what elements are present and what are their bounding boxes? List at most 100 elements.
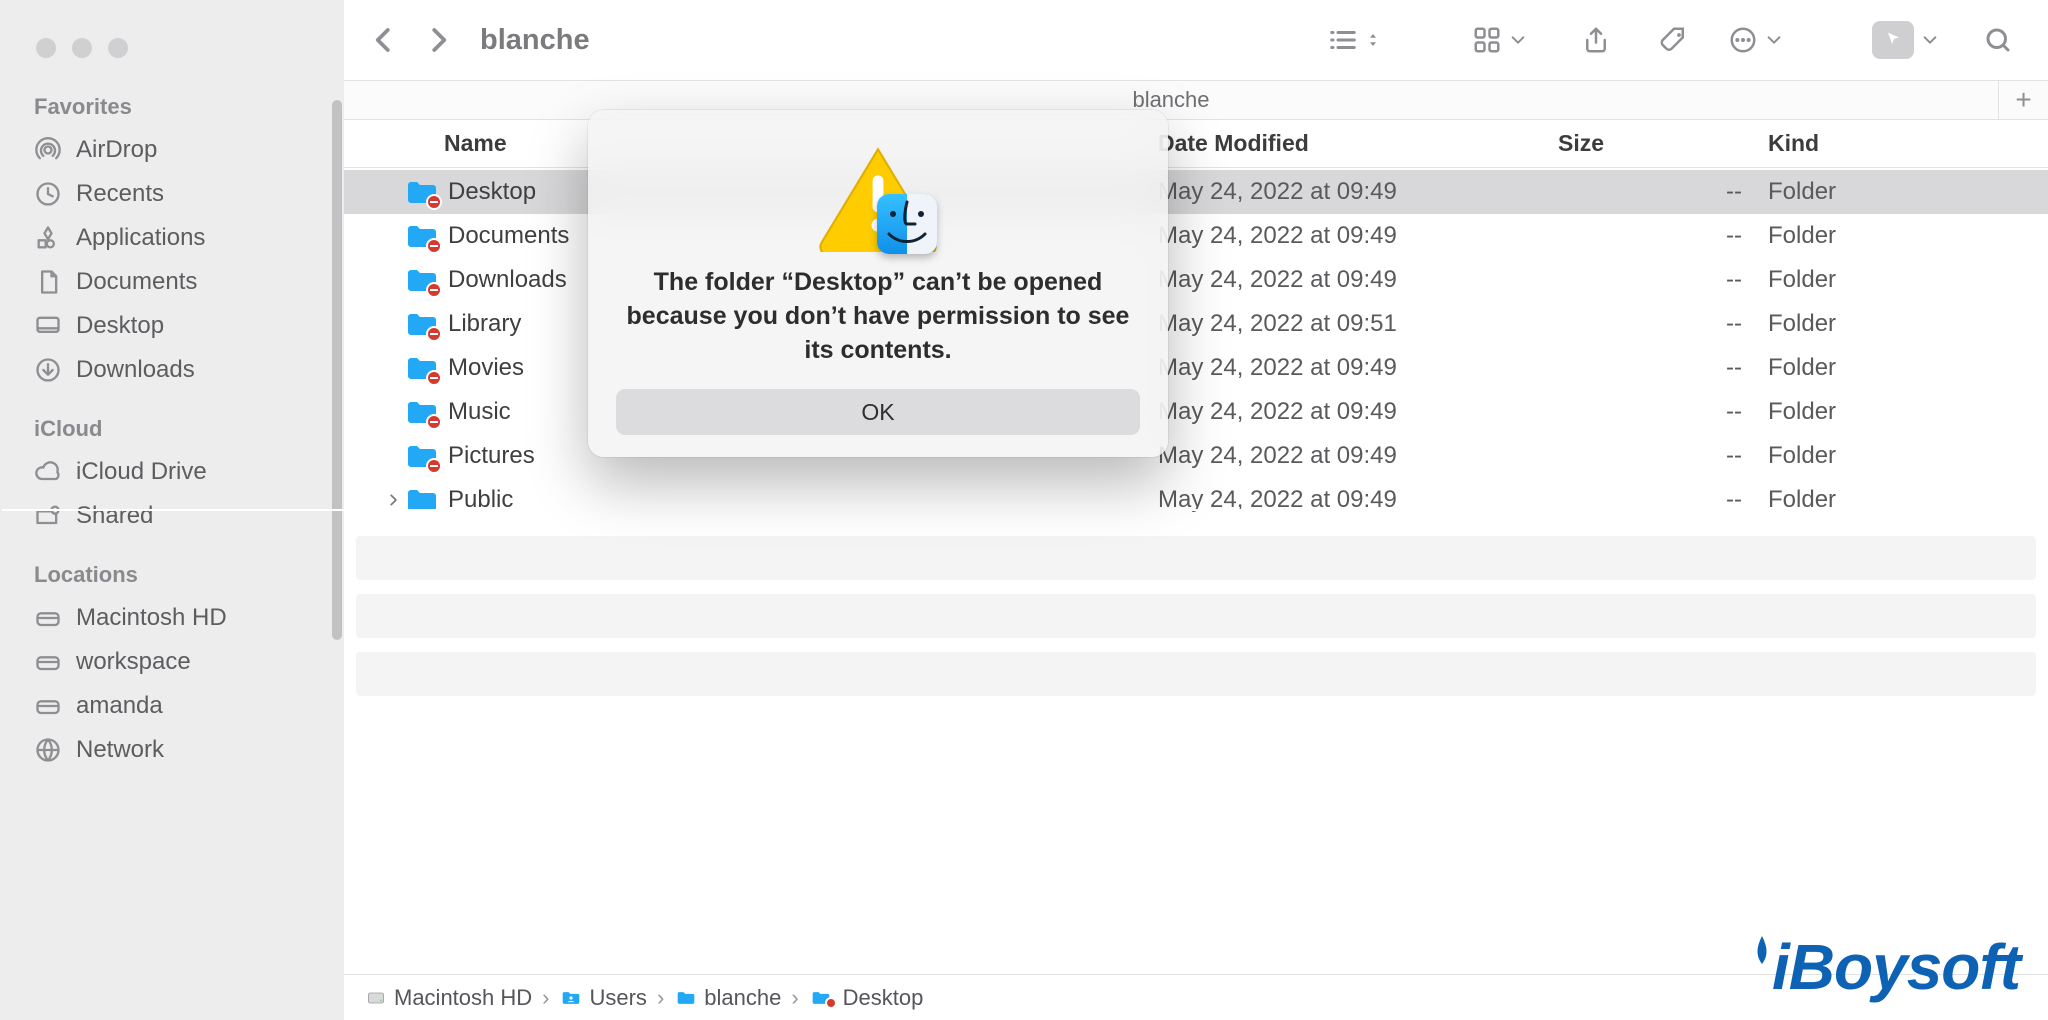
file-date: May 24, 2022 at 09:49	[1158, 398, 1558, 426]
folder-icon	[406, 310, 438, 338]
watermark-logo: iBoysoft	[1748, 930, 2020, 1004]
column-size-header[interactable]: Size	[1558, 130, 1768, 157]
file-row[interactable]: PublicMay 24, 2022 at 09:49--Folder	[344, 478, 2048, 522]
no-access-badge	[426, 194, 442, 210]
zoom-window-button[interactable]	[108, 38, 128, 58]
file-date: May 24, 2022 at 09:51	[1158, 310, 1558, 338]
file-row[interactable]: LibraryMay 24, 2022 at 09:51--Folder	[344, 302, 2048, 346]
path-segment[interactable]: Users	[559, 985, 646, 1011]
download-icon	[34, 356, 62, 384]
globe-icon	[34, 736, 62, 764]
file-size: --	[1558, 398, 1768, 426]
toolbar: blanche	[344, 0, 2048, 80]
pointer-icon	[1872, 21, 1914, 59]
path-icon	[559, 988, 583, 1008]
finder-window: FavoritesAirDropRecentsApplicationsDocum…	[0, 0, 2048, 1020]
file-size: --	[1558, 266, 1768, 294]
folder-icon	[406, 442, 438, 470]
file-name: Music	[448, 398, 1158, 426]
sidebar-item-workspace[interactable]: workspace	[28, 640, 322, 684]
sidebar-item-label: Documents	[76, 268, 197, 296]
sidebar-item-macintosh-hd[interactable]: Macintosh HD	[28, 596, 322, 640]
file-name: Library	[448, 310, 1158, 338]
disk-icon	[34, 648, 62, 676]
airdrop-icon	[34, 136, 62, 164]
tab-active[interactable]: blanche	[344, 81, 1998, 119]
no-access-badge	[426, 370, 442, 386]
minimize-window-button[interactable]	[72, 38, 92, 58]
disclosure-triangle[interactable]	[380, 493, 406, 507]
column-kind-header[interactable]: Kind	[1768, 130, 2048, 157]
share-button[interactable]	[1572, 16, 1620, 64]
sidebar-item-shared[interactable]: Shared	[28, 494, 322, 538]
path-label: Desktop	[843, 985, 924, 1011]
folder-icon	[406, 222, 438, 250]
sidebar-item-documents[interactable]: Documents	[28, 260, 322, 304]
file-row[interactable]: MoviesMay 24, 2022 at 09:49--Folder	[344, 346, 2048, 390]
no-access-badge	[426, 458, 442, 474]
folder-icon	[406, 354, 438, 382]
actions-button[interactable]	[1728, 25, 1782, 55]
sidebar-item-downloads[interactable]: Downloads	[28, 348, 322, 392]
file-row[interactable]: DesktopMay 24, 2022 at 09:49--Folder	[344, 170, 2048, 214]
sidebar-item-label: iCloud Drive	[76, 458, 207, 486]
empty-row	[356, 652, 2036, 696]
file-size: --	[1558, 442, 1768, 470]
doc-icon	[34, 268, 62, 296]
shared-icon	[34, 502, 62, 530]
file-date: May 24, 2022 at 09:49	[1158, 222, 1558, 250]
file-row[interactable]: DownloadsMay 24, 2022 at 09:49--Folder	[344, 258, 2048, 302]
new-tab-button[interactable]: +	[1998, 81, 2048, 119]
path-segment[interactable]: Macintosh HD	[364, 985, 532, 1011]
file-row[interactable]: DocumentsMay 24, 2022 at 09:49--Folder	[344, 214, 2048, 258]
file-kind: Folder	[1768, 178, 2048, 206]
file-kind: Folder	[1768, 442, 2048, 470]
sidebar-item-icloud-drive[interactable]: iCloud Drive	[28, 450, 322, 494]
path-separator: ›	[657, 985, 664, 1011]
apps-icon	[34, 224, 62, 252]
file-kind: Folder	[1768, 222, 2048, 250]
sidebar-item-recents[interactable]: Recents	[28, 172, 322, 216]
sidebar-item-label: Desktop	[76, 312, 164, 340]
group-by-button[interactable]	[1472, 25, 1526, 55]
column-date-header[interactable]: Date Modified	[1158, 130, 1558, 157]
close-window-button[interactable]	[36, 38, 56, 58]
sidebar-item-airdrop[interactable]: AirDrop	[28, 128, 322, 172]
sidebar-item-applications[interactable]: Applications	[28, 216, 322, 260]
file-name: Movies	[448, 354, 1158, 382]
file-size: --	[1558, 178, 1768, 206]
sidebar-item-label: workspace	[76, 648, 191, 676]
path-segment[interactable]: blanche	[674, 985, 781, 1011]
path-label: Macintosh HD	[394, 985, 532, 1011]
clock-icon	[34, 180, 62, 208]
file-kind: Folder	[1768, 266, 2048, 294]
file-row[interactable]: MusicMay 24, 2022 at 09:49--Folder	[344, 390, 2048, 434]
empty-row	[356, 594, 2036, 638]
sidebar-item-network[interactable]: Network	[28, 728, 322, 772]
cooperate-button[interactable]	[1872, 21, 1938, 59]
view-as-list-button[interactable]	[1328, 25, 1382, 55]
forward-button[interactable]	[414, 16, 462, 64]
sidebar-heading: Locations	[28, 552, 322, 596]
folder-icon	[406, 398, 438, 426]
no-access-badge	[426, 238, 442, 254]
disk-icon	[34, 692, 62, 720]
sidebar-item-label: Shared	[76, 502, 153, 530]
sidebar-item-desktop[interactable]: Desktop	[28, 304, 322, 348]
file-size: --	[1558, 310, 1768, 338]
sidebar-item-label: Recents	[76, 180, 164, 208]
column-name-header[interactable]: Name	[444, 130, 1158, 157]
path-icon	[674, 988, 698, 1008]
file-name: Pictures	[448, 442, 1158, 470]
sidebar-scrollbar[interactable]	[328, 100, 344, 1020]
back-button[interactable]	[360, 16, 408, 64]
sidebar-item-amanda[interactable]: amanda	[28, 684, 322, 728]
file-kind: Folder	[1768, 398, 2048, 426]
sidebar-item-label: Applications	[76, 224, 205, 252]
file-name: Documents	[448, 222, 1158, 250]
search-button[interactable]	[1974, 16, 2022, 64]
file-name: Desktop	[448, 178, 1158, 206]
file-row[interactable]: PicturesMay 24, 2022 at 09:49--Folder	[344, 434, 2048, 478]
path-segment[interactable]: Desktop	[809, 985, 924, 1011]
tags-button[interactable]	[1650, 16, 1698, 64]
